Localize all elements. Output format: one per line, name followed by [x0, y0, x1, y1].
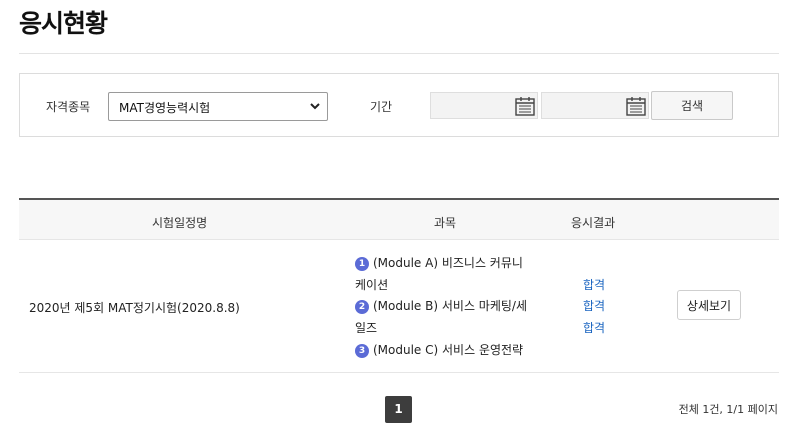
- header-exam-name: 시험일정명: [152, 216, 208, 230]
- title-divider: [19, 53, 779, 54]
- category-select-value: MAT경영능력시험: [119, 101, 211, 115]
- table-row: 2020년 제5회 MAT정기시험(2020.8.8) 1 (Module A) …: [19, 240, 779, 373]
- detail-view-button[interactable]: 상세보기: [677, 290, 741, 320]
- filter-panel: 자격종목 MAT경영능력시험 기간 검색: [19, 73, 779, 137]
- subject-text: (Module A) 비즈니스 커뮤니: [373, 256, 523, 270]
- chevron-down-icon: [310, 103, 320, 110]
- calendar-icon[interactable]: [625, 95, 647, 117]
- result-link[interactable]: 합격: [583, 276, 605, 293]
- category-select[interactable]: MAT경영능력시험: [108, 92, 328, 121]
- exam-name: 2020년 제5회 MAT정기시험(2020.8.8): [29, 301, 240, 315]
- period-label: 기간: [370, 100, 393, 114]
- subject-item: 2 (Module B) 서비스 마케팅/세: [355, 297, 527, 314]
- table-header: 시험일정명 과목 응시결과: [19, 198, 779, 240]
- header-subject: 과목: [434, 216, 457, 230]
- calendar-icon[interactable]: [514, 95, 536, 117]
- header-result: 응시결과: [571, 216, 616, 230]
- subject-number-badge: 1: [355, 257, 369, 271]
- subject-number-badge: 3: [355, 344, 369, 358]
- subject-text: (Module B) 서비스 마케팅/세: [373, 299, 527, 313]
- subject-item-cont: 일즈: [355, 321, 378, 335]
- result-link[interactable]: 합격: [583, 297, 605, 314]
- subject-text: (Module C) 서비스 운영전략: [373, 343, 524, 357]
- category-label: 자격종목: [46, 100, 91, 114]
- search-button[interactable]: 검색: [651, 91, 733, 120]
- result-link[interactable]: 합격: [583, 319, 605, 336]
- subject-item: 3 (Module C) 서비스 운영전략: [355, 341, 523, 358]
- page-number-button[interactable]: 1: [385, 396, 412, 423]
- subject-number-badge: 2: [355, 300, 369, 314]
- subject-item: 1 (Module A) 비즈니스 커뮤니: [355, 254, 523, 271]
- subject-item-cont: 케이션: [355, 278, 389, 292]
- page-title: 응시현황: [19, 9, 108, 38]
- total-count: 전체 1건, 1/1 페이지: [678, 403, 778, 416]
